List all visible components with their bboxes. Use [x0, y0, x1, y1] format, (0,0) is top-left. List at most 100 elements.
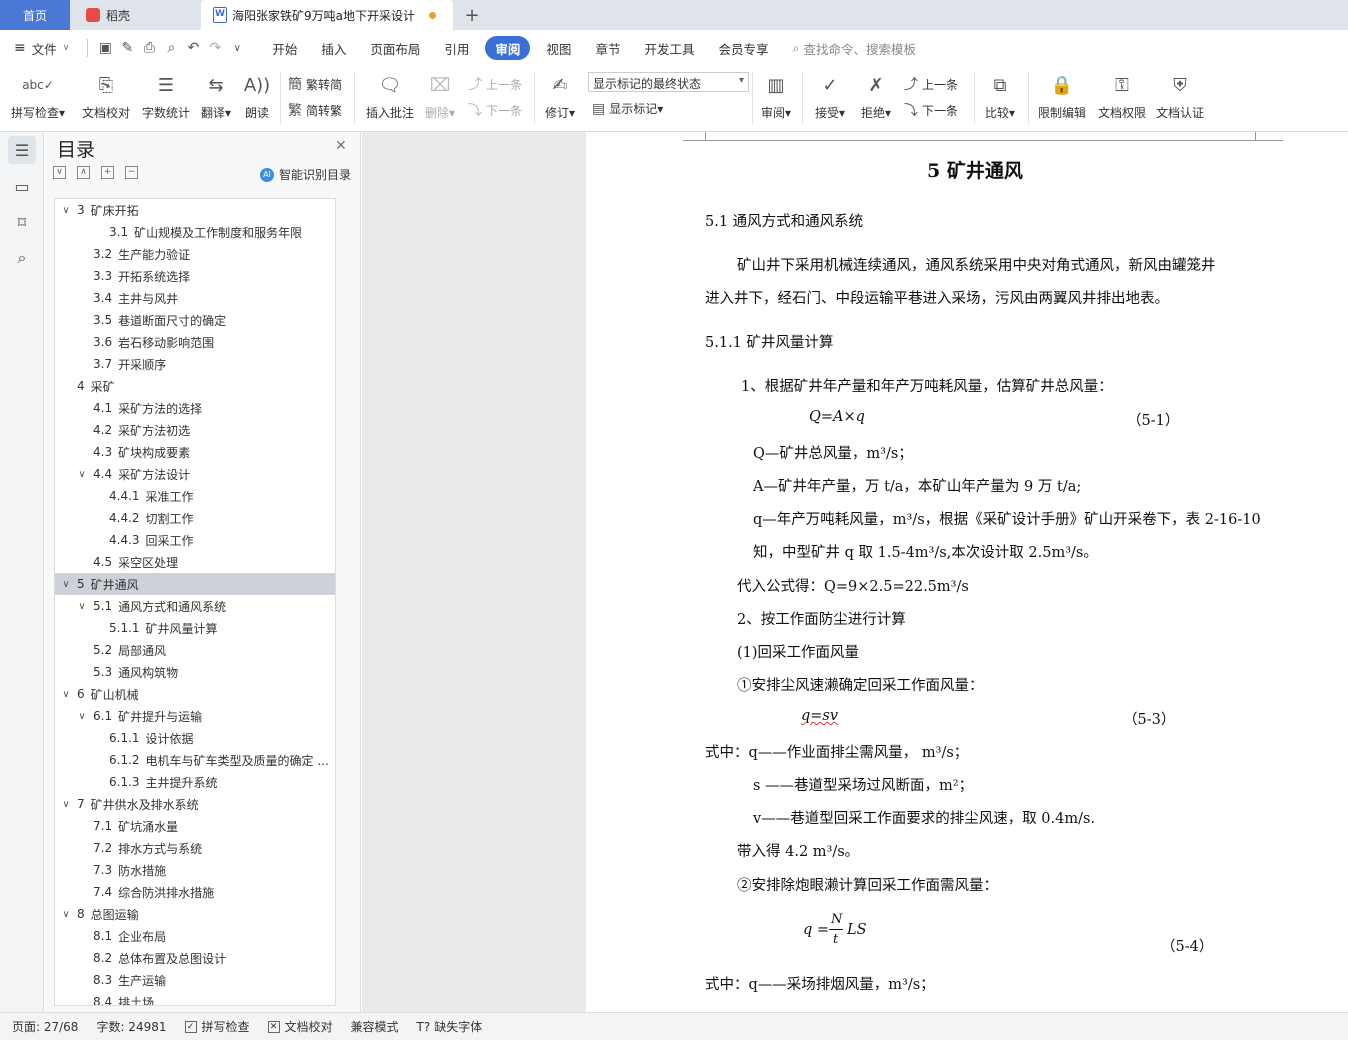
chevron-down-icon[interactable]: ∨: [59, 799, 73, 810]
toc-item[interactable]: 8.2 总体布置及总图设计: [55, 947, 335, 969]
menu-insert[interactable]: 插入: [309, 36, 358, 60]
toc-item[interactable]: ∨ 5.1 通风方式和通风系统: [55, 595, 335, 617]
new-tab-button[interactable]: +: [458, 0, 486, 30]
toc-item[interactable]: ∨ 6 矿山机械: [55, 683, 335, 705]
command-search[interactable]: ⌕ 查找命令、搜索模板: [780, 36, 928, 60]
doc-proof-toggle[interactable]: ✕ 文档校对: [267, 1018, 333, 1035]
chevron-down-icon[interactable]: ∨: [59, 909, 73, 920]
restrict-editing-button[interactable]: 🔒 限制编辑: [1036, 66, 1088, 121]
find-button[interactable]: ⌕: [8, 244, 36, 272]
trad-to-simp-button[interactable]: 簡繁转简: [288, 74, 342, 94]
tab-home[interactable]: 首页: [0, 0, 70, 30]
toc-item[interactable]: ∨ 4.4 采矿方法设计: [55, 463, 335, 485]
chevron-down-icon[interactable]: ∨: [59, 205, 73, 216]
markup-state-select[interactable]: 显示标记的最终状态: [588, 72, 749, 92]
close-toc-button[interactable]: ✕: [335, 138, 347, 154]
undo-button[interactable]: ↶: [182, 37, 204, 59]
toc-item[interactable]: 5.1.1 矿井风量计算: [55, 617, 335, 639]
doc-permission-button[interactable]: ⚿ 文档权限: [1096, 66, 1148, 121]
review-pane-button[interactable]: ▥ 审阅▾: [758, 66, 794, 121]
insert-comment-button[interactable]: 🗨 插入批注: [362, 66, 418, 121]
toc-item[interactable]: 3.5 巷道断面尺寸的确定: [55, 309, 335, 331]
reject-button[interactable]: ✗ 拒绝▾: [858, 66, 894, 121]
toc-item[interactable]: 3.3 开拓系统选择: [55, 265, 335, 287]
toc-item[interactable]: 4.4.2 切割工作: [55, 507, 335, 529]
toc-item[interactable]: ∨ 8 总图运输: [55, 903, 335, 925]
track-changes-button[interactable]: ✍ 修订▾: [540, 66, 580, 121]
toc-item[interactable]: 3.2 生产能力验证: [55, 243, 335, 265]
spell-check-toggle[interactable]: ✓ 拼写检查: [184, 1018, 250, 1035]
remove-heading-button[interactable]: −: [125, 166, 138, 179]
toc-item[interactable]: 6.1.2 电机车与矿车类型及质量的确定 ...: [55, 749, 335, 771]
prev-revision-button[interactable]: ⤴ 上一条: [904, 74, 958, 94]
delete-comment-button[interactable]: ⌧ 删除▾: [422, 66, 458, 121]
spell-check-button[interactable]: abc✓ 拼写检查▾: [10, 66, 66, 121]
toc-item[interactable]: 4.4.3 回采工作: [55, 529, 335, 551]
chevron-down-icon[interactable]: ∨: [59, 579, 73, 590]
toc-item[interactable]: 6.1.1 设计依据: [55, 727, 335, 749]
simp-to-trad-button[interactable]: 繁简转繁: [288, 100, 342, 120]
missing-font-button[interactable]: T? 缺失字体: [417, 1018, 483, 1035]
chapter-nav-button[interactable]: ▭: [8, 172, 36, 200]
accept-button[interactable]: ✓ 接受▾: [812, 66, 848, 121]
add-heading-button[interactable]: +: [101, 166, 114, 179]
toc-item[interactable]: 3.1 矿山规模及工作制度和服务年限: [55, 221, 335, 243]
toc-pane-button[interactable]: ☰: [8, 136, 36, 164]
toc-item[interactable]: ∨ 5 矿井通风: [55, 573, 335, 595]
collapse-all-button[interactable]: ∧: [77, 166, 90, 179]
toc-item[interactable]: 4 采矿: [55, 375, 335, 397]
doc-proof-button[interactable]: ⎘ 文档校对: [80, 66, 132, 121]
save-button[interactable]: ▣: [94, 37, 116, 59]
show-markup-button[interactable]: ▤ 显示标记 ▾: [592, 100, 663, 117]
toc-item[interactable]: 7.2 排水方式与系统: [55, 837, 335, 859]
read-aloud-button[interactable]: A)) 朗读: [242, 66, 272, 121]
menu-references[interactable]: 引用: [432, 36, 481, 60]
word-count-button[interactable]: ☰ 字数统计: [140, 66, 192, 121]
toc-item[interactable]: ∨ 3 矿床开拓: [55, 199, 335, 221]
compare-button[interactable]: ⧉ 比较▾: [982, 66, 1018, 121]
chevron-down-icon[interactable]: ∨: [75, 469, 89, 480]
menu-start[interactable]: 开始: [260, 36, 309, 60]
toc-item[interactable]: ∨ 6.1 矿井提升与运输: [55, 705, 335, 727]
next-revision-button[interactable]: ⤵ 下一条: [904, 100, 958, 120]
expand-all-button[interactable]: ∨: [53, 166, 66, 179]
tab-document[interactable]: W 海阳张家铁矿9万吨a地下开采设计: [201, 0, 453, 30]
toc-item[interactable]: 4.3 矿块构成要素: [55, 441, 335, 463]
menu-chapter[interactable]: 章节: [583, 36, 632, 60]
word-count-indicator[interactable]: 字数: 24981: [96, 1018, 166, 1035]
toc-item[interactable]: ∨ 7 矿井供水及排水系统: [55, 793, 335, 815]
toc-item[interactable]: 4.2 采矿方法初选: [55, 419, 335, 441]
compat-mode[interactable]: 兼容模式: [351, 1018, 399, 1035]
toc-item[interactable]: 4.5 采空区处理: [55, 551, 335, 573]
menu-member[interactable]: 会员专享: [706, 36, 780, 60]
toc-item[interactable]: 6.1.3 主井提升系统: [55, 771, 335, 793]
print-button[interactable]: ⎙: [138, 37, 160, 59]
quick-access-more[interactable]: ∨: [226, 37, 248, 59]
smart-toc-button[interactable]: AI 智能识别目录: [260, 166, 351, 183]
toc-item[interactable]: 7.1 矿坑涌水量: [55, 815, 335, 837]
menu-layout[interactable]: 页面布局: [358, 36, 432, 60]
toc-item[interactable]: 5.2 局部通风: [55, 639, 335, 661]
toc-item[interactable]: 5.3 通风构筑物: [55, 661, 335, 683]
menu-dev-tools[interactable]: 开发工具: [632, 36, 706, 60]
toc-item[interactable]: 8.3 生产运输: [55, 969, 335, 991]
print-preview-button[interactable]: ⌕: [160, 37, 182, 59]
bookmark-button[interactable]: ⌑: [8, 208, 36, 236]
menu-view[interactable]: 视图: [534, 36, 583, 60]
redo-button[interactable]: ↷: [204, 37, 226, 59]
chevron-down-icon[interactable]: ∨: [75, 711, 89, 722]
toc-item[interactable]: 3.7 开采顺序: [55, 353, 335, 375]
prev-comment-button[interactable]: ⤴ 上一条: [468, 74, 522, 94]
format-painter-button[interactable]: ✎: [116, 37, 138, 59]
toc-item[interactable]: 8.1 企业布局: [55, 925, 335, 947]
toc-item[interactable]: 4.1 采矿方法的选择: [55, 397, 335, 419]
toc-item[interactable]: 8.4 排土场: [55, 991, 335, 1005]
translate-button[interactable]: ⇆ 翻译▾: [198, 66, 234, 121]
toc-item[interactable]: 7.4 综合防洪排水措施: [55, 881, 335, 903]
toc-item[interactable]: 7.3 防水措施: [55, 859, 335, 881]
toc-item[interactable]: 4.4.1 采准工作: [55, 485, 335, 507]
doc-auth-button[interactable]: ⛨ 文档认证: [1154, 66, 1206, 121]
toc-item[interactable]: 3.6 岩石移动影响范围: [55, 331, 335, 353]
menu-review[interactable]: 审阅: [485, 36, 531, 60]
chevron-down-icon[interactable]: ∨: [59, 689, 73, 700]
